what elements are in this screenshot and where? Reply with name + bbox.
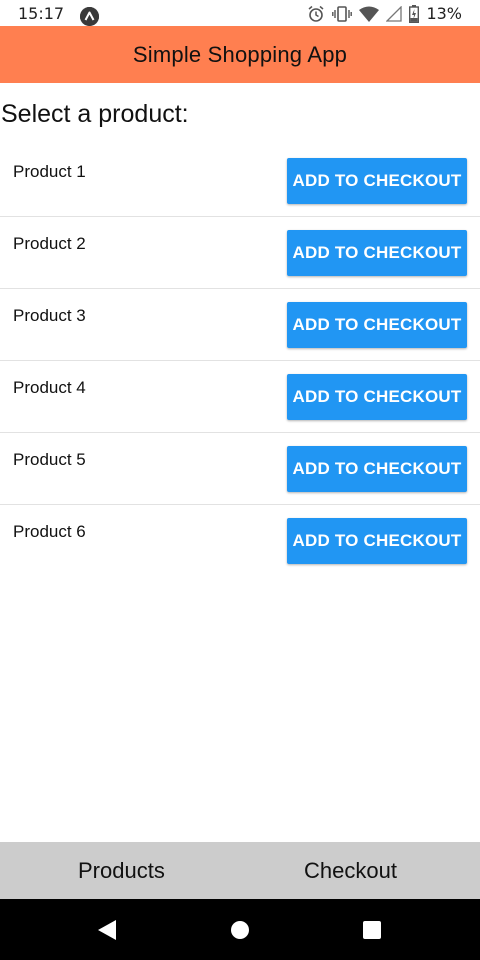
status-time: 15:17 <box>18 4 65 23</box>
product-name: Product 1 <box>13 162 86 181</box>
product-row: Product 5 ADD TO CHECKOUT <box>0 433 480 505</box>
status-bar: 15:17 13% <box>0 0 480 26</box>
tab-checkout[interactable]: Checkout <box>240 842 480 899</box>
home-icon[interactable] <box>229 919 251 941</box>
product-name: Product 6 <box>13 522 86 541</box>
alarm-icon <box>307 5 325 23</box>
product-name: Product 3 <box>13 306 86 325</box>
system-nav-bar <box>0 899 480 960</box>
product-row: Product 6 ADD TO CHECKOUT <box>0 505 480 577</box>
product-name: Product 2 <box>13 234 86 253</box>
tab-checkout-label: Checkout <box>304 857 397 883</box>
recents-icon[interactable] <box>361 919 383 941</box>
product-list: Product 1 ADD TO CHECKOUT Product 2 ADD … <box>0 145 480 577</box>
add-to-checkout-button[interactable]: ADD TO CHECKOUT <box>287 518 467 564</box>
battery-percentage: 13% <box>426 4 462 23</box>
signal-icon <box>386 6 403 22</box>
app-bar: Simple Shopping App <box>0 26 480 83</box>
tab-products-label: Products <box>78 857 165 883</box>
tab-products[interactable]: Products <box>0 842 240 899</box>
add-to-checkout-button[interactable]: ADD TO CHECKOUT <box>287 374 467 420</box>
product-row: Product 2 ADD TO CHECKOUT <box>0 217 480 289</box>
add-to-checkout-button[interactable]: ADD TO CHECKOUT <box>287 158 467 204</box>
add-to-checkout-button[interactable]: ADD TO CHECKOUT <box>287 446 467 492</box>
wifi-icon <box>359 6 380 22</box>
status-icons: 13% <box>307 4 462 24</box>
product-row: Product 4 ADD TO CHECKOUT <box>0 361 480 433</box>
add-to-checkout-button[interactable]: ADD TO CHECKOUT <box>287 302 467 348</box>
battery-icon <box>409 5 420 23</box>
app-title: Simple Shopping App <box>132 41 348 67</box>
bottom-tab-bar: Products Checkout <box>0 842 480 899</box>
product-row: Product 1 ADD TO CHECKOUT <box>0 145 480 217</box>
page-heading: Select a product: <box>1 100 189 128</box>
product-name: Product 5 <box>13 450 86 469</box>
add-to-checkout-button[interactable]: ADD TO CHECKOUT <box>287 230 467 276</box>
back-icon[interactable] <box>96 919 118 941</box>
product-name: Product 4 <box>13 378 86 397</box>
product-row: Product 3 ADD TO CHECKOUT <box>0 289 480 361</box>
notification-icon <box>80 7 99 26</box>
vibrate-icon <box>332 5 353 23</box>
